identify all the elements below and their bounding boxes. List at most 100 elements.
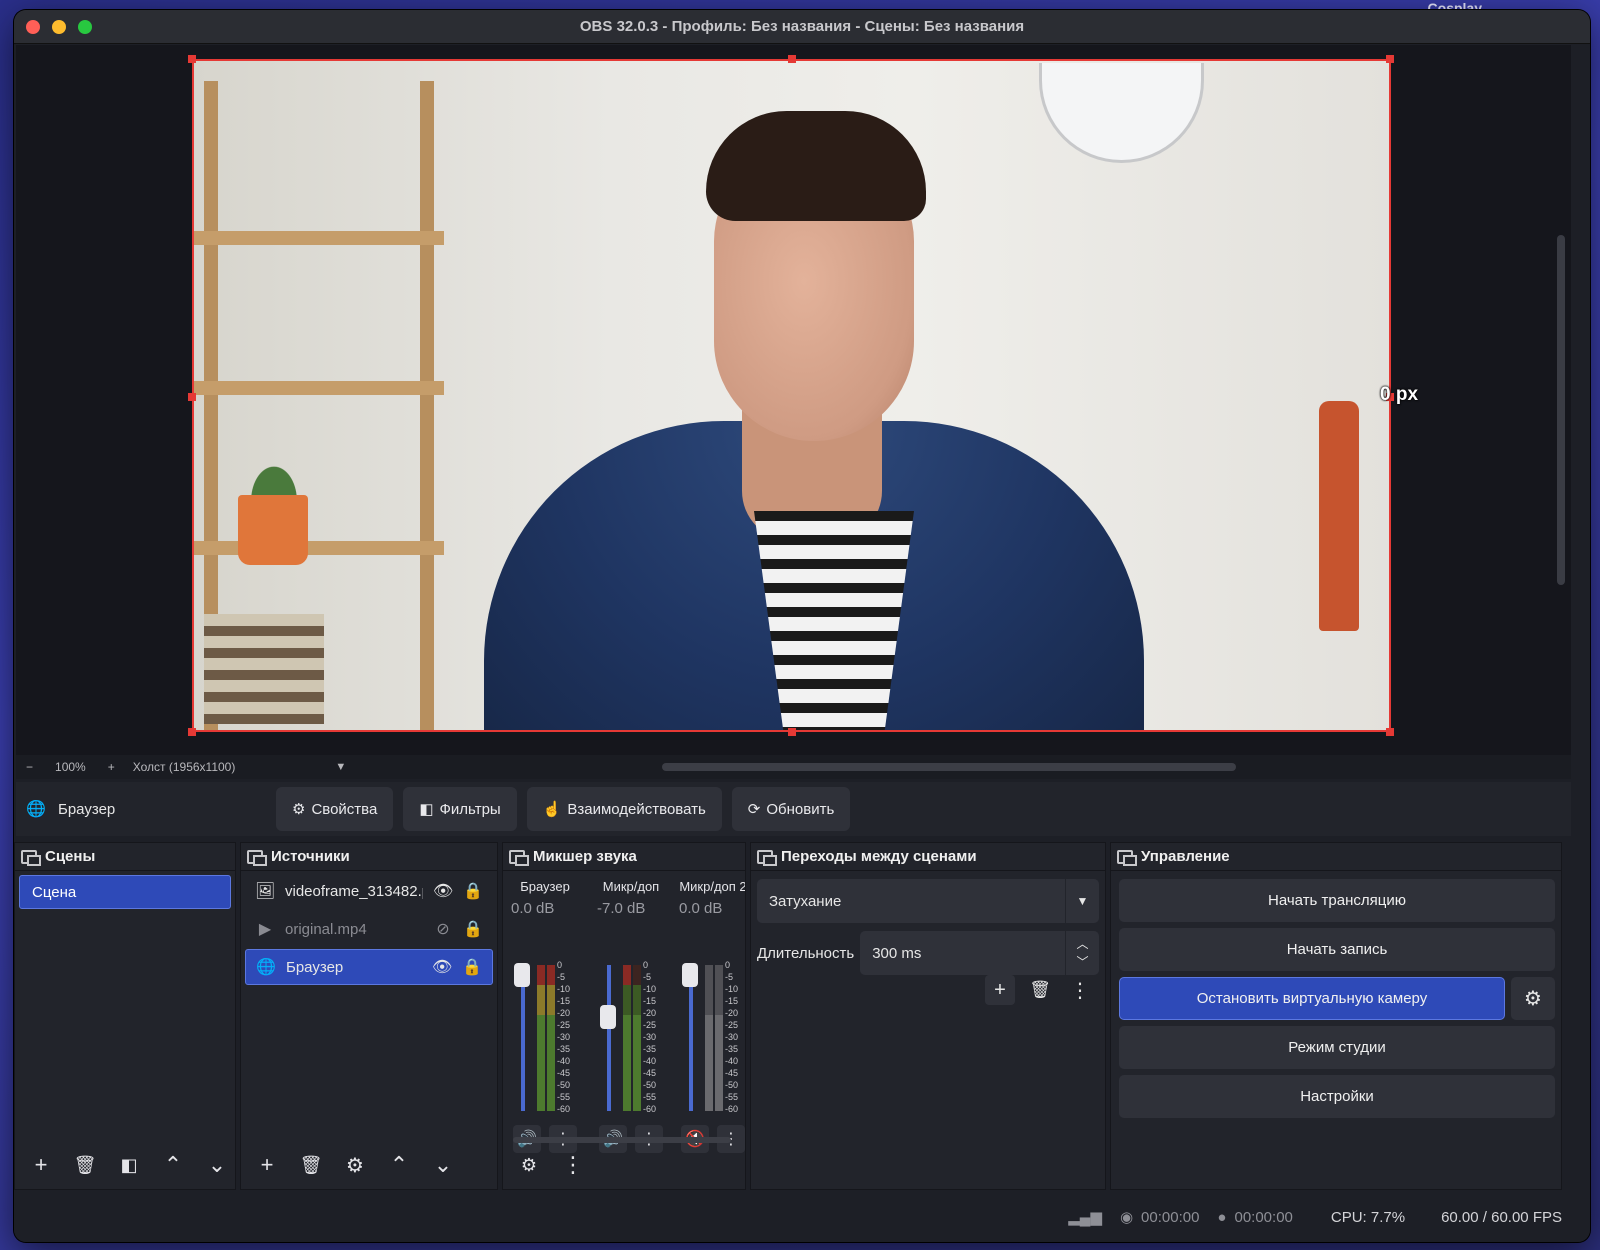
source-row-selected[interactable]: 🌐 Браузер 👁 🔒 <box>245 949 493 985</box>
chevron-up-icon[interactable]: ︿ <box>1076 935 1088 953</box>
interact-button[interactable]: ☝ Взаимодействовать <box>526 787 722 831</box>
mixer-header: Микшер звука <box>503 843 745 871</box>
more-options-icon[interactable]: ⋮ <box>559 1152 587 1178</box>
channel-db: 0.0 dB <box>511 900 555 917</box>
scene-filters-button[interactable]: ◧ <box>115 1155 143 1176</box>
refresh-button[interactable]: ⟳ Обновить <box>731 787 851 831</box>
source-row[interactable]: 🖼 videoframe_313482.p 👁 🔒 <box>245 873 493 909</box>
trash-icon[interactable]: 🗑 <box>1025 975 1055 1005</box>
properties-button[interactable]: ⚙ Свойства <box>276 787 394 831</box>
scene-item[interactable]: Сцена <box>19 875 231 909</box>
duration-label: Длительность <box>757 944 855 962</box>
preview-canvas[interactable]: 0 px <box>16 45 1571 755</box>
mixer-scrollbar[interactable] <box>513 1137 731 1143</box>
channel-name: Браузер <box>520 879 570 894</box>
start-record-button[interactable]: Начать запись <box>1119 928 1555 971</box>
start-stream-button[interactable]: Начать трансляцию <box>1119 879 1555 922</box>
mixer-channel-browser: Браузер 0.0 dB 0 -5 -10 -15 -20 -25 -30 -35 -40-… <box>503 873 587 1153</box>
scenes-toolbar: + 🗑 ◧ ⌃ ⌄ <box>15 1147 235 1183</box>
volume-slider[interactable] <box>607 965 611 1111</box>
chevron-down-icon[interactable]: ▼ <box>335 761 346 773</box>
volume-knob[interactable] <box>600 1005 616 1029</box>
transitions-dock: Переходы между сценами Затухание ▼ Длите… <box>750 842 1106 1190</box>
resize-handle-left[interactable] <box>188 393 196 401</box>
eye-hidden-icon[interactable]: ⊘ <box>433 919 453 939</box>
eye-icon[interactable]: 👁 <box>432 957 452 977</box>
channel-db: -7.0 dB <box>597 900 646 917</box>
filter-icon: ◧ <box>419 801 434 818</box>
move-source-up-button[interactable]: ⌃ <box>385 1152 413 1178</box>
filters-button[interactable]: ◧ Фильтры <box>403 787 517 831</box>
refresh-label: Обновить <box>766 800 835 818</box>
minimize-window-button[interactable] <box>52 20 66 34</box>
resize-handle-bottom-right[interactable] <box>1386 728 1394 736</box>
transition-select[interactable]: Затухание ▼ <box>757 879 1099 923</box>
more-options-icon[interactable]: ⋮ <box>1065 975 1095 1005</box>
advanced-audio-icon[interactable]: ⚙ <box>515 1155 543 1176</box>
scenes-title: Сцены <box>45 848 96 865</box>
move-scene-up-button[interactable]: ⌃ <box>159 1152 187 1178</box>
stop-virtualcam-button[interactable]: Остановить виртуальную камеру <box>1119 977 1505 1020</box>
maximize-window-button[interactable] <box>78 20 92 34</box>
volume-knob[interactable] <box>682 963 698 987</box>
resize-handle-top-right[interactable] <box>1386 55 1394 63</box>
volume-knob[interactable] <box>514 963 530 987</box>
channel-name: Микр/доп <box>602 879 660 894</box>
interact-label: Взаимодействовать <box>567 800 706 818</box>
duration-input[interactable]: 300 ms ︿ ﹀ <box>860 931 1099 975</box>
duration-value: 300 ms <box>872 944 922 962</box>
eye-icon[interactable]: 👁 <box>433 881 453 901</box>
preview-vertical-scrollbar[interactable] <box>1557 235 1565 585</box>
transitions-header: Переходы между сценами <box>751 843 1105 871</box>
level-meter <box>623 965 631 1111</box>
resize-handle-bottom-left[interactable] <box>188 728 196 736</box>
source-row[interactable]: ▶ original.mp4 ⊘ 🔒 <box>245 911 493 947</box>
cpu-usage: CPU: 7.7% <box>1330 1208 1406 1226</box>
status-bar: ▂▄▆ ◉ 00:00:00 ● 00:00:00 CPU: 7.7% 60.0… <box>14 1192 1590 1242</box>
browser-source-video[interactable] <box>192 59 1391 732</box>
globe-icon: 🌐 <box>256 959 276 976</box>
distance-label: 0 px <box>1380 384 1419 405</box>
sources-title: Источники <box>271 848 350 865</box>
source-label: videoframe_313482.p <box>285 882 423 900</box>
resize-handle-bottom[interactable] <box>788 728 796 736</box>
move-scene-down-button[interactable]: ⌄ <box>203 1152 231 1178</box>
preview-horizontal-scrollbar[interactable] <box>662 763 1236 771</box>
move-source-down-button[interactable]: ⌄ <box>429 1152 457 1178</box>
stream-time: 00:00:00 <box>1141 1208 1200 1226</box>
lock-icon[interactable]: 🔒 <box>462 957 482 977</box>
dock-icon[interactable] <box>1117 849 1137 866</box>
duration-stepper[interactable]: ︿ ﹀ <box>1065 931 1099 975</box>
lock-icon[interactable]: 🔒 <box>463 919 483 939</box>
image-icon: 🖼 <box>255 883 276 900</box>
zoom-in-button[interactable]: + <box>108 760 115 774</box>
controls-dock: Управление Начать трансляцию Начать запи… <box>1110 842 1562 1190</box>
zoom-bar: − 100% + Холст (1956x1100) ▼ <box>16 755 1571 779</box>
add-transition-button[interactable]: + <box>985 975 1015 1005</box>
gear-icon[interactable]: ⚙ <box>341 1153 369 1178</box>
chevron-down-icon[interactable]: ﹀ <box>1076 953 1088 971</box>
dock-icon[interactable] <box>21 849 41 866</box>
channel-db: 0.0 dB <box>679 900 723 917</box>
dock-icon[interactable] <box>247 849 267 866</box>
trash-icon[interactable]: 🗑 <box>297 1155 325 1176</box>
level-meter <box>715 965 723 1111</box>
scenes-header: Сцены <box>15 843 235 871</box>
chevron-down-icon[interactable]: ▼ <box>1065 879 1099 923</box>
lock-icon[interactable]: 🔒 <box>463 881 483 901</box>
studio-mode-button[interactable]: Режим студии <box>1119 1026 1555 1069</box>
zoom-out-button[interactable]: − <box>26 760 33 774</box>
dock-icon[interactable] <box>757 849 777 866</box>
obs-window: OBS 32.0.3 - Профиль: Без названия - Сце… <box>14 10 1590 1242</box>
add-scene-button[interactable]: + <box>27 1152 55 1178</box>
trash-icon[interactable]: 🗑 <box>71 1155 99 1176</box>
settings-button[interactable]: Настройки <box>1119 1075 1555 1118</box>
resize-handle-top[interactable] <box>788 55 796 63</box>
dock-icon[interactable] <box>509 849 529 866</box>
filters-label: Фильтры <box>439 800 501 818</box>
virtualcam-settings-gear-icon[interactable]: ⚙ <box>1511 977 1555 1020</box>
close-window-button[interactable] <box>26 20 40 34</box>
resize-handle-top-left[interactable] <box>188 55 196 63</box>
record-status-icon: ● <box>1217 1208 1227 1226</box>
add-source-button[interactable]: + <box>253 1152 281 1178</box>
